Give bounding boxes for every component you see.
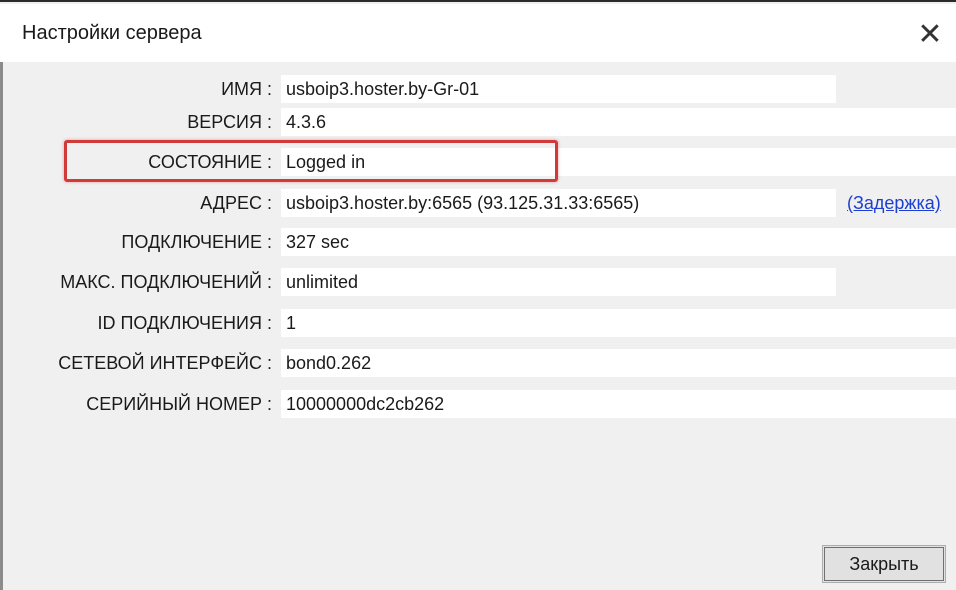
network-interface-field[interactable]: bond0.262 [281, 349, 956, 377]
max-connections-label: МАКС. ПОДКЛЮЧЕНИЙ : [60, 272, 272, 292]
max-connections-field[interactable]: unlimited [281, 268, 836, 296]
serial-number-field[interactable]: 10000000dc2cb262 [281, 390, 956, 418]
version-field[interactable]: 4.3.6 [281, 108, 956, 136]
server-settings-dialog: Настройки сервера ✕ ИМЯ : usboip3.hoster… [0, 0, 956, 590]
dialog-title: Настройки сервера [22, 22, 202, 44]
network-interface-label: СЕТЕВОЙ ИНТЕРФЕЙС : [58, 353, 272, 373]
connection-label: ПОДКЛЮЧЕНИЕ : [121, 232, 272, 252]
name-field[interactable]: usboip3.hoster.by-Gr-01 [281, 75, 836, 103]
connection-id-field[interactable]: 1 [281, 309, 956, 337]
close-button[interactable]: Закрыть [822, 545, 946, 583]
serial-number-label: СЕРИЙНЫЙ НОМЕР : [86, 394, 272, 414]
connection-id-label: ID ПОДКЛЮЧЕНИЯ : [97, 313, 272, 333]
address-label: АДРЕС : [200, 193, 272, 213]
connection-field[interactable]: 327 sec [281, 228, 956, 256]
name-label: ИМЯ : [221, 79, 272, 99]
close-icon[interactable]: ✕ [912, 18, 948, 54]
delay-link[interactable]: (Задержка) [847, 189, 941, 217]
title-bar: Настройки сервера ✕ [0, 4, 956, 62]
address-field[interactable]: usboip3.hoster.by:6565 (93.125.31.33:656… [281, 189, 836, 217]
version-label: ВЕРСИЯ : [187, 112, 272, 132]
window-left-edge [0, 4, 3, 590]
state-highlight-box [64, 140, 558, 182]
